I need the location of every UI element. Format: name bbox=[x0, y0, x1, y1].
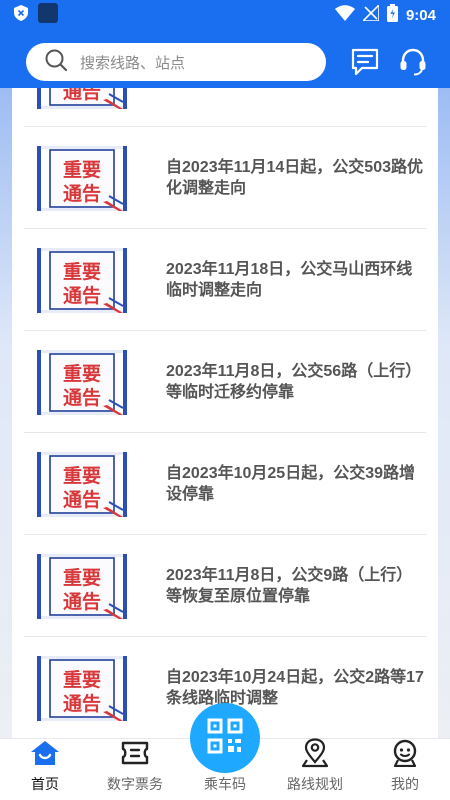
status-time: 9:04 bbox=[405, 6, 436, 24]
news-list: 重要 通告 路增设停靠 重要 通告 自2023年11月14日起，公交503路优化… bbox=[12, 88, 438, 738]
nav-home[interactable]: 首页 bbox=[0, 739, 90, 800]
nav-mine-label: 我的 bbox=[391, 776, 419, 792]
news-item[interactable]: 重要 通告 2023年11月8日，公交9路（上行）等恢复至原位置停靠 bbox=[12, 535, 438, 637]
status-bar: 9:04 bbox=[0, 0, 450, 30]
notice-text-line1: 重要 bbox=[63, 567, 101, 589]
signal-off-icon bbox=[361, 3, 380, 25]
news-item[interactable]: 重要 通告 2023年11月18日，公交马山西环线临时调整走向 bbox=[12, 229, 438, 331]
nav-ride-code-label: 乘车码 bbox=[204, 776, 246, 792]
notice-text-line1: 重要 bbox=[63, 159, 101, 181]
search-placeholder: 搜索线路、站点 bbox=[80, 54, 186, 72]
notice-thumbnail: 重要 通告 bbox=[37, 247, 127, 313]
news-item[interactable]: 重要 通告 2023年11月8日，公交56路（上行）等临时迁移约停靠 bbox=[12, 331, 438, 433]
nav-tickets-label: 数字票务 bbox=[107, 776, 163, 792]
search-icon bbox=[44, 48, 68, 77]
news-title: 2023年11月18日，公交马山西环线临时调整走向 bbox=[166, 261, 413, 299]
nav-mine[interactable]: 我的 bbox=[360, 739, 450, 800]
app-notification-icon bbox=[38, 2, 58, 28]
home-icon bbox=[30, 740, 60, 771]
notice-text-line2: 通告 bbox=[63, 284, 101, 307]
ride-code-button[interactable] bbox=[190, 703, 260, 773]
notice-text-line1: 重要 bbox=[63, 261, 101, 283]
notice-thumbnail: 重要 通告 bbox=[37, 451, 127, 517]
notice-thumbnail: 重要 通告 bbox=[37, 655, 127, 721]
message-icon[interactable] bbox=[350, 48, 380, 76]
notice-text-line2: 通告 bbox=[63, 182, 101, 205]
wifi-icon bbox=[334, 5, 355, 25]
news-item[interactable]: 重要 通告 路增设停靠 bbox=[12, 88, 438, 127]
news-item[interactable]: 重要 通告 自2023年10月25日起，公交39路增设停靠 bbox=[12, 433, 438, 535]
news-title: 自2023年10月24日起，公交2路等17条线路临时调整 bbox=[166, 669, 424, 707]
news-card: 重要 通告 路增设停靠 重要 通告 自2023年11月14日起，公交503路优化… bbox=[12, 88, 438, 738]
notice-text-line1: 重要 bbox=[63, 363, 101, 385]
news-title: 自2023年10月25日起，公交39路增设停靠 bbox=[166, 465, 415, 503]
notice-text-line2: 通告 bbox=[63, 88, 101, 103]
notice-thumbnail: 重要 通告 bbox=[37, 145, 127, 211]
nav-route-plan[interactable]: 路线规划 bbox=[270, 737, 360, 800]
nav-home-label: 首页 bbox=[31, 776, 59, 792]
news-item[interactable]: 重要 通告 自2023年11月14日起，公交503路优化调整走向 bbox=[12, 127, 438, 229]
customer-service-icon[interactable] bbox=[398, 47, 428, 77]
notice-text-line2: 通告 bbox=[63, 590, 101, 613]
profile-icon bbox=[391, 739, 419, 772]
notice-text-line1: 重要 bbox=[63, 465, 101, 487]
notice-text-line2: 通告 bbox=[63, 488, 101, 511]
nav-tickets[interactable]: 数字票务 bbox=[90, 739, 180, 800]
notice-text-line2: 通告 bbox=[63, 692, 101, 715]
news-title: 自2023年11月14日起，公交503路优化调整走向 bbox=[166, 159, 424, 197]
shield-x-icon bbox=[14, 4, 28, 26]
news-title: 2023年11月8日，公交9路（上行）等恢复至原位置停靠 bbox=[166, 567, 413, 605]
ticket-icon bbox=[120, 741, 150, 770]
news-title: 2023年11月8日，公交56路（上行）等临时迁移约停靠 bbox=[166, 363, 422, 401]
notice-thumbnail: 重要 通告 bbox=[37, 88, 127, 109]
top-header: 9:04 搜索线路、站点 bbox=[0, 0, 450, 88]
map-pin-icon bbox=[301, 737, 329, 773]
search-row: 搜索线路、站点 bbox=[0, 43, 450, 81]
battery-icon bbox=[386, 4, 398, 26]
notice-thumbnail: 重要 通告 bbox=[37, 553, 127, 619]
search-input[interactable]: 搜索线路、站点 bbox=[26, 43, 326, 81]
nav-route-plan-label: 路线规划 bbox=[287, 776, 343, 792]
notice-text-line1: 重要 bbox=[63, 669, 101, 691]
notice-thumbnail: 重要 通告 bbox=[37, 349, 127, 415]
qr-code-icon bbox=[207, 718, 243, 759]
notice-text-line2: 通告 bbox=[63, 386, 101, 409]
